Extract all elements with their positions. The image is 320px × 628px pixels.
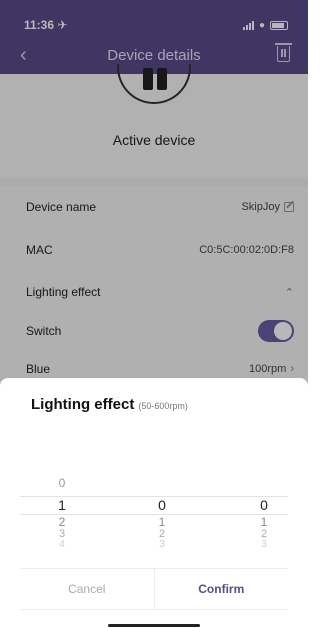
device-name-row[interactable]: Device name SkipJoy — [0, 186, 308, 228]
lighting-effect-label: Lighting effect — [26, 285, 101, 299]
status-time: 11:36 ✈ — [24, 18, 68, 32]
home-indicator — [108, 624, 200, 627]
picker-col-2-option[interactable]: 1 — [147, 515, 177, 529]
device-image — [117, 64, 191, 104]
picker-col-1-selected[interactable]: 1 — [47, 497, 77, 513]
picker-col-1-option[interactable]: 2 — [47, 515, 77, 529]
mac-label: MAC — [26, 243, 53, 257]
sheet-title: Lighting effect (50-600rpm) — [31, 396, 188, 413]
edit-icon[interactable] — [284, 202, 294, 212]
picker-col-3-option[interactable]: 3 — [249, 539, 279, 550]
page-title: Device details — [107, 46, 201, 64]
picker-col-2-selected[interactable]: 0 — [147, 497, 177, 513]
device-name-label: Device name — [26, 200, 97, 214]
sheet-button-bar: Cancel Confirm — [20, 568, 288, 610]
status-bar: 11:36 ✈ ● — [24, 16, 288, 34]
switch-row: Switch — [0, 310, 308, 352]
picker-col-3-option[interactable]: 1 — [249, 515, 279, 529]
cancel-button[interactable]: Cancel — [20, 569, 155, 609]
wifi-icon: ● — [258, 19, 265, 31]
lighting-effect-header[interactable]: Lighting effect ⌃ — [0, 271, 308, 313]
battery-icon — [270, 20, 288, 30]
blue-value: 100rpm — [249, 363, 287, 375]
trash-icon[interactable] — [275, 43, 292, 62]
mac-row: MAC C0:5C:00:02:0D:F8 — [0, 229, 308, 271]
chevron-right-icon: › — [290, 363, 294, 375]
mac-value: C0:5C:00:02:0D:F8 — [199, 244, 294, 256]
lighting-effect-sheet: Lighting effect (50-600rpm) 0 1 2 3 4 0 1… — [0, 378, 308, 628]
rpm-picker[interactable]: 0 1 2 3 4 0 1 2 3 0 1 2 3 — [0, 472, 308, 550]
picker-col-1-option[interactable]: 4 — [47, 539, 77, 550]
lighting-switch-toggle[interactable] — [258, 320, 294, 342]
chevron-up-icon[interactable]: ⌃ — [285, 286, 294, 299]
switch-label: Switch — [26, 324, 62, 338]
back-button[interactable]: ‹ — [20, 44, 27, 67]
signal-icon — [242, 20, 254, 30]
picker-col-3-selected[interactable]: 0 — [249, 497, 279, 513]
blue-label: Blue — [26, 362, 51, 376]
device-card: Active device — [0, 64, 308, 178]
device-name-value: SkipJoy — [241, 201, 280, 213]
header-bar: 11:36 ✈ ● ‹ Device details — [0, 0, 308, 74]
picker-col-1-above[interactable]: 0 — [47, 476, 77, 490]
device-status: Active device — [112, 132, 196, 148]
sheet-range: (50-600rpm) — [138, 401, 188, 411]
confirm-button[interactable]: Confirm — [155, 569, 289, 609]
picker-col-2-option[interactable]: 3 — [147, 539, 177, 550]
